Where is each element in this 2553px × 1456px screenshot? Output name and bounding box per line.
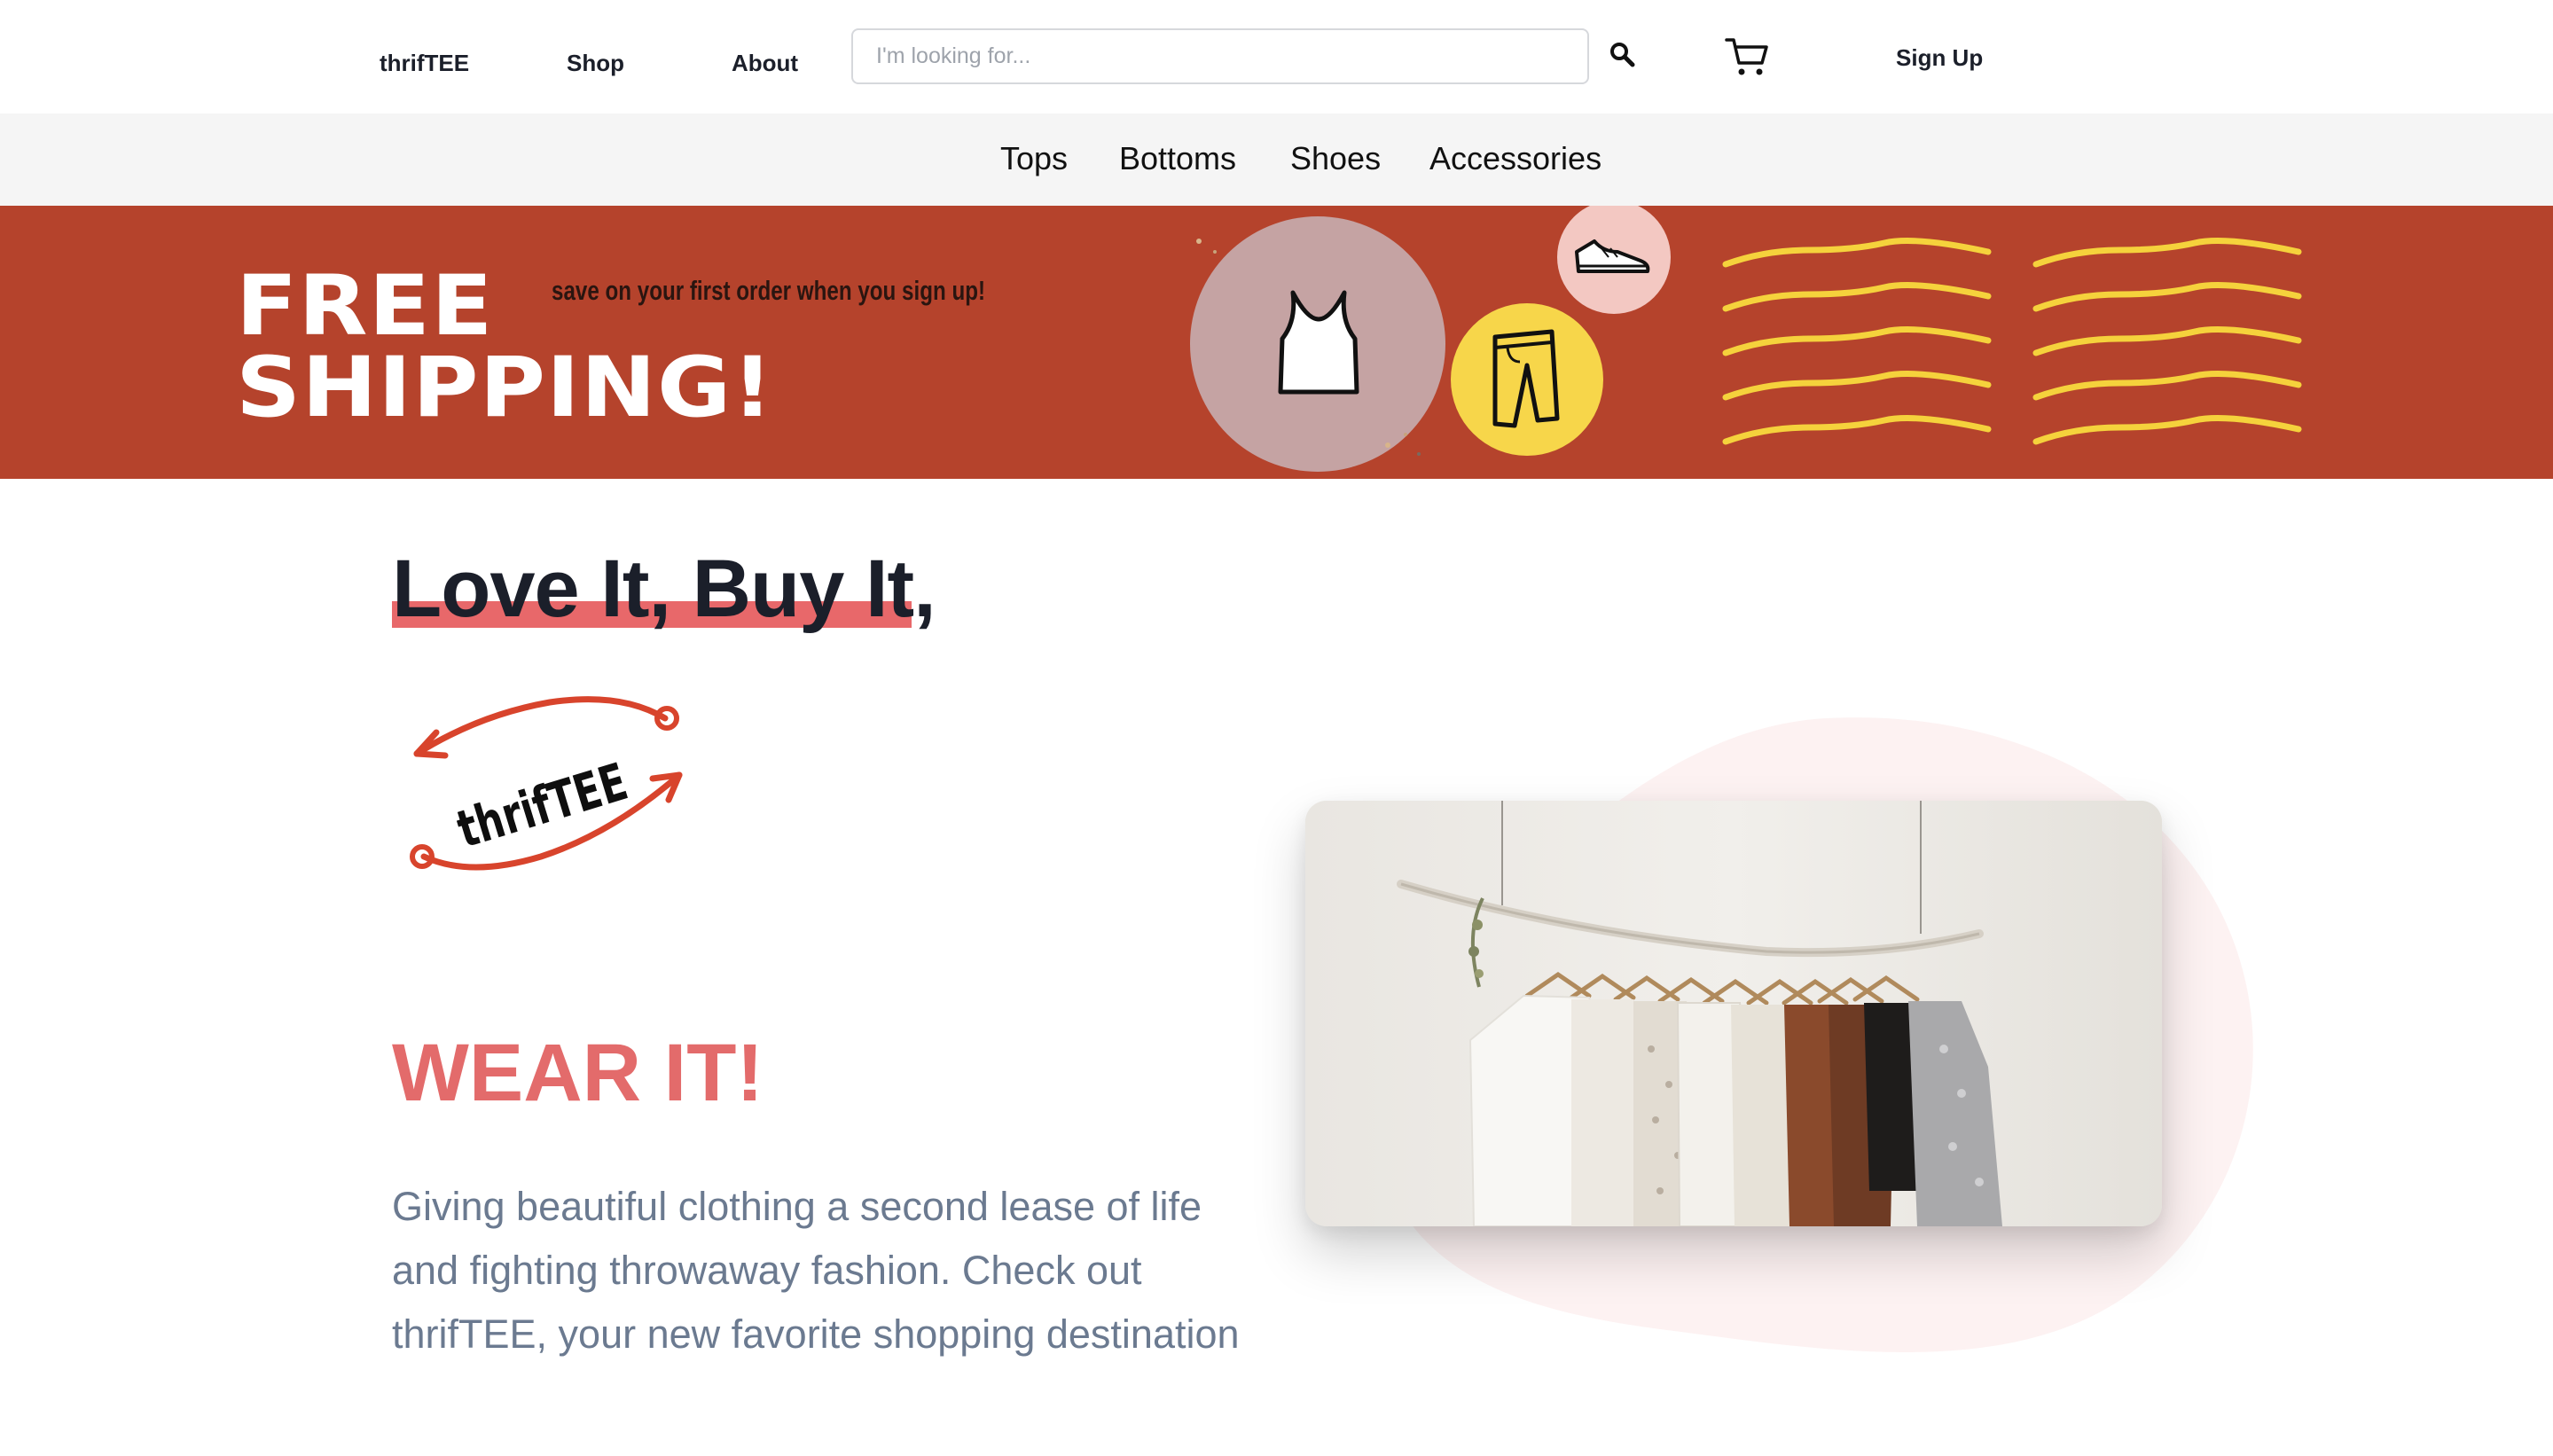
logo-text: thrifTEE (450, 751, 634, 859)
cart-icon[interactable] (1724, 35, 1770, 78)
hero-subtitle: WEAR IT! (392, 1028, 764, 1118)
nav-link-about[interactable]: About (732, 50, 798, 77)
wavy-lines-decoration (1722, 238, 2302, 445)
hero-description: Giving beautiful clothing a second lease… (392, 1184, 1240, 1357)
search-icon[interactable] (1609, 41, 1637, 69)
search-input[interactable] (851, 28, 1589, 84)
jeans-icon (1451, 303, 1603, 456)
hero-title: Love It, Buy It, (392, 544, 936, 634)
thriftee-logo: thrifTEE (390, 683, 692, 878)
sneaker-icon (1557, 206, 1671, 314)
banner-subtext: save on your first order when you sign u… (552, 275, 986, 306)
category-accessories[interactable]: Accessories (1429, 140, 1601, 177)
clothing-rack-photo (1305, 801, 2162, 1226)
nav-link-shop[interactable]: Shop (567, 50, 624, 77)
category-bar: Tops Bottoms Shoes Accessories (0, 114, 2553, 206)
banner-headline-shipping: SHIPPING! (236, 340, 774, 436)
banner-illustration (1190, 206, 2302, 472)
category-shoes[interactable]: Shoes (1290, 140, 1381, 177)
category-bottoms[interactable]: Bottoms (1119, 140, 1236, 177)
sign-up-link[interactable]: Sign Up (1896, 44, 1983, 72)
free-shipping-banner[interactable]: FREE SHIPPING! save on your first order … (0, 206, 2553, 479)
category-tops[interactable]: Tops (1000, 140, 1068, 177)
tank-top-icon (1190, 216, 1445, 472)
brand-link[interactable]: thrifTEE (380, 50, 469, 77)
top-navbar: thrifTEE Shop About Sign Up (0, 0, 2553, 114)
